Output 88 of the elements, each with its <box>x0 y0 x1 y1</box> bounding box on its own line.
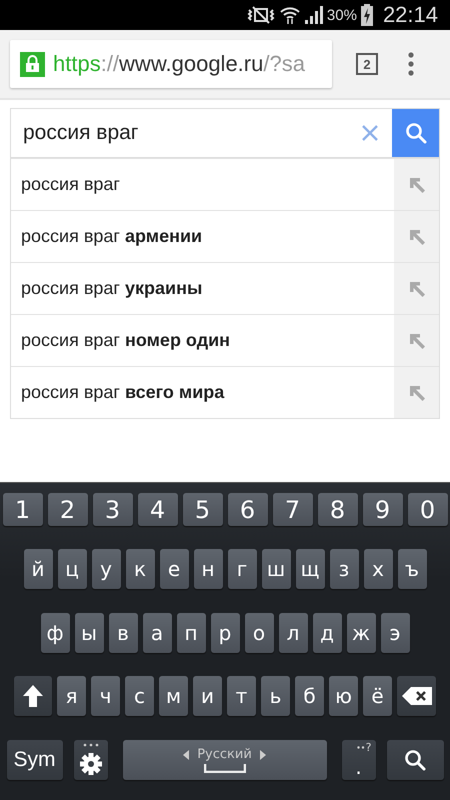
keyboard-key[interactable]: ш <box>262 549 290 589</box>
up-left-arrow-icon <box>408 228 426 246</box>
backspace-key[interactable] <box>397 676 436 716</box>
dots-icon <box>82 743 98 747</box>
keyboard-key[interactable]: 8 <box>318 493 358 526</box>
url-text: https://www.google.ru/?sa <box>53 51 305 77</box>
vibrate-mute-icon <box>246 6 275 24</box>
keyboard-key[interactable]: р <box>210 613 240 653</box>
keyboard-key[interactable]: ч <box>91 676 120 716</box>
keyboard-key[interactable]: д <box>312 613 342 653</box>
keyboard-key[interactable]: ф <box>40 613 70 653</box>
keyboard-key[interactable]: е <box>160 549 188 589</box>
space-key[interactable]: Русский <box>122 740 326 780</box>
dots-icon <box>356 746 365 749</box>
suggestion-item[interactable]: россия враг украины <box>11 263 394 314</box>
search-icon <box>404 749 426 771</box>
keyboard-key[interactable]: 3 <box>92 493 132 526</box>
keyboard-key[interactable]: о <box>244 613 274 653</box>
keyboard-key[interactable]: 9 <box>362 493 402 526</box>
keyboard-key[interactable]: г <box>228 549 256 589</box>
fill-query-button[interactable] <box>394 211 439 262</box>
tab-count-button[interactable]: 2 <box>356 53 378 75</box>
keyboard-key[interactable]: а <box>142 613 172 653</box>
gear-icon <box>80 753 102 775</box>
fill-query-button[interactable] <box>394 263 439 314</box>
keyboard-key[interactable]: 0 <box>408 493 448 526</box>
search-icon <box>404 122 426 144</box>
keyboard-key[interactable]: щ <box>296 549 324 589</box>
keyboard-key[interactable]: т <box>227 676 256 716</box>
keyboard-key[interactable]: з <box>330 549 358 589</box>
keyboard-key[interactable]: м <box>159 676 188 716</box>
keyboard-key[interactable]: 7 <box>272 493 312 526</box>
keyboard-key[interactable]: н <box>194 549 222 589</box>
settings-key[interactable] <box>74 740 108 780</box>
menu-icon[interactable] <box>408 52 414 76</box>
up-left-arrow-icon <box>408 384 426 402</box>
clock: 22:14 <box>382 2 438 28</box>
keyboard-key[interactable]: 1 <box>2 493 42 526</box>
fill-query-button[interactable] <box>394 315 439 366</box>
suggestion-item[interactable]: россия враг номер один <box>11 315 394 366</box>
left-arrow-icon <box>183 750 190 760</box>
suggestion-item[interactable]: россия враг всего мира <box>11 367 394 418</box>
signal-icon <box>304 6 323 24</box>
sym-key[interactable]: Sym <box>6 740 62 780</box>
suggestion-item[interactable]: россия враг <box>11 159 394 210</box>
keyboard-key[interactable]: ю <box>329 676 358 716</box>
keyboard-key[interactable]: ы <box>74 613 104 653</box>
battery-percent: 30% <box>326 6 357 24</box>
keyboard-key[interactable]: п <box>176 613 206 653</box>
keyboard-key[interactable]: ь <box>261 676 290 716</box>
battery-charging-icon <box>360 4 373 26</box>
keyboard-key[interactable]: у <box>92 549 120 589</box>
keyboard-key[interactable]: я <box>57 676 86 716</box>
keyboard-key[interactable]: в <box>108 613 138 653</box>
keyboard-key[interactable]: ж <box>346 613 376 653</box>
keyboard-key[interactable]: 5 <box>182 493 222 526</box>
keyboard-key[interactable]: 2 <box>48 493 88 526</box>
close-icon[interactable] <box>362 125 378 141</box>
address-bar[interactable]: https://www.google.ru/?sa <box>10 40 332 88</box>
up-left-arrow-icon <box>408 176 426 194</box>
keyboard-key[interactable]: ъ <box>398 549 426 589</box>
keyboard-key[interactable]: б <box>295 676 324 716</box>
right-arrow-icon <box>260 750 266 760</box>
keyboard-key[interactable]: ё <box>363 676 392 716</box>
wifi-icon <box>278 5 301 25</box>
keyboard-key[interactable]: к <box>126 549 154 589</box>
period-key[interactable]: ? . <box>342 740 376 780</box>
search-button[interactable] <box>392 109 439 157</box>
fill-query-button[interactable] <box>394 367 439 418</box>
search-key[interactable] <box>386 740 444 780</box>
keyboard-key[interactable]: с <box>125 676 154 716</box>
keyboard-key[interactable]: 4 <box>138 493 178 526</box>
suggestion-item[interactable]: россия враг армении <box>11 211 394 262</box>
keyboard-key[interactable]: ц <box>58 549 86 589</box>
backspace-icon <box>402 687 432 705</box>
lock-icon <box>20 52 45 76</box>
up-left-arrow-icon <box>408 332 426 350</box>
shift-key[interactable] <box>14 676 52 716</box>
keyboard-key[interactable]: х <box>364 549 392 589</box>
up-left-arrow-icon <box>408 280 426 298</box>
up-arrow-icon <box>22 684 44 708</box>
keyboard-key[interactable]: й <box>24 549 52 589</box>
keyboard-key[interactable]: э <box>380 613 410 653</box>
keyboard-key[interactable]: 6 <box>228 493 268 526</box>
fill-query-button[interactable] <box>394 159 439 210</box>
space-bar-icon <box>204 764 246 773</box>
keyboard-key[interactable]: л <box>278 613 308 653</box>
keyboard-key[interactable]: и <box>193 676 222 716</box>
